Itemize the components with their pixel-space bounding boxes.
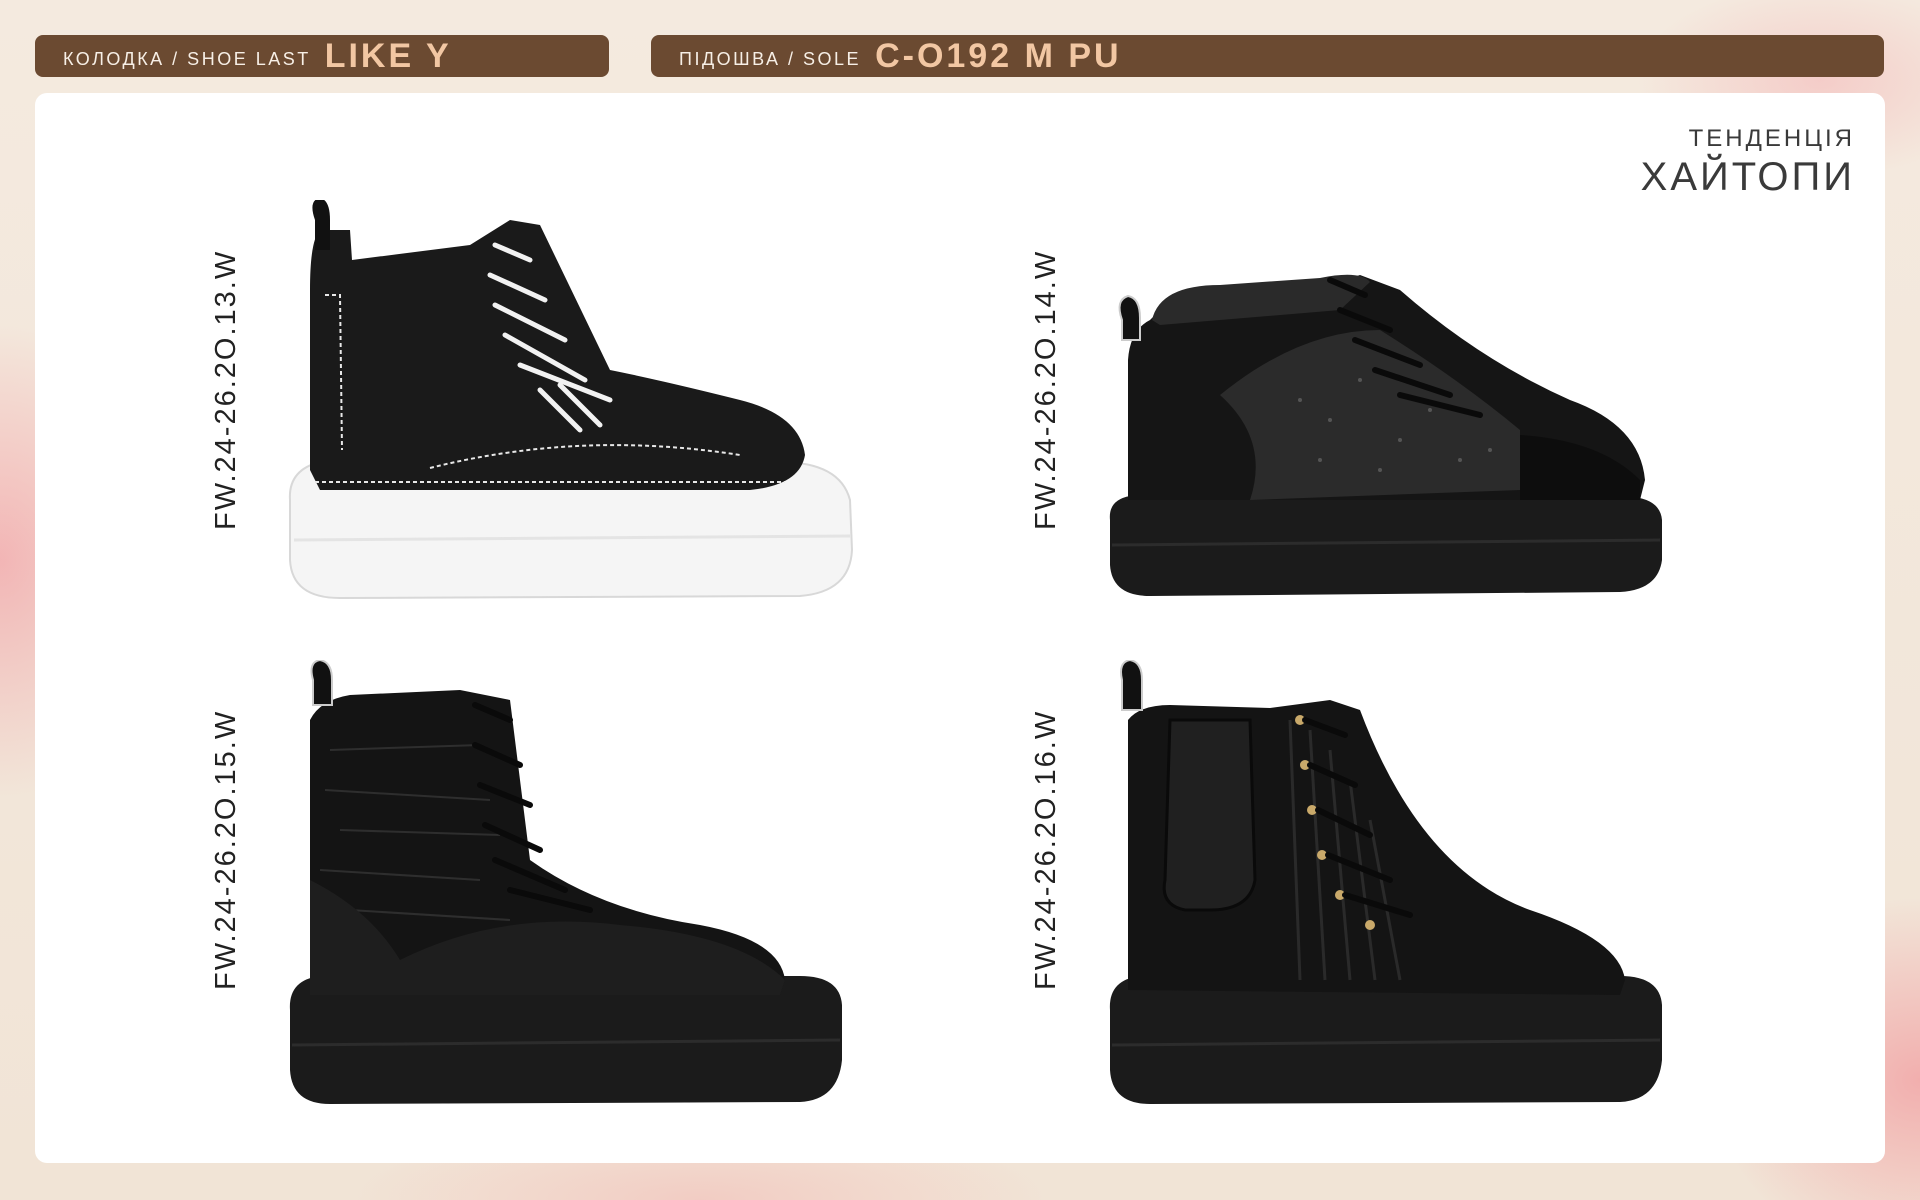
sole-value: C-O192 M PU [875,36,1122,75]
product-image-quilted-chelsea-high-top [1109,660,1662,1104]
product-code: FW.24-26.2O.14.W [1030,249,1062,530]
trend-subtitle: ТЕНДЕНЦІЯ [1688,125,1855,152]
shoe-last-value: LIKE Y [324,36,452,75]
product-card: FW.24-26.2O.15.W [70,660,870,1120]
product-code: FW.24-26.2O.16.W [1030,709,1062,990]
product-card: FW.24-26.2O.16.W [890,660,1690,1120]
sole-bar: ПІДОШВА / SOLE C-O192 M PU [651,35,1884,77]
product-card: FW.24-26.2O.13.W [70,200,870,660]
sole-label: ПІДОШВА / SOLE [679,48,862,69]
product-card: FW.24-26.2O.14.W [890,200,1690,660]
catalog-panel: ТЕНДЕНЦІЯ ХАЙТОПИ FW.24-26.2O.13.W FW.24… [35,93,1885,1163]
shoe-last-label: КОЛОДКА / SHOE LAST [63,48,311,69]
product-code: FW.24-26.2O.15.W [210,709,242,990]
product-image-lace-up-boot [289,660,843,1104]
product-code: FW.24-26.2O.13.W [210,249,242,530]
product-image-sneaker-white-sole [288,200,854,600]
shoe-last-bar: КОЛОДКА / SHOE LAST LIKE Y [35,35,609,77]
product-image-glitter-sneaker [1109,274,1662,596]
trend-title: ХАЙТОПИ [1640,155,1855,199]
trend-heading: ТЕНДЕНЦІЯ ХАЙТОПИ [1641,125,1855,200]
